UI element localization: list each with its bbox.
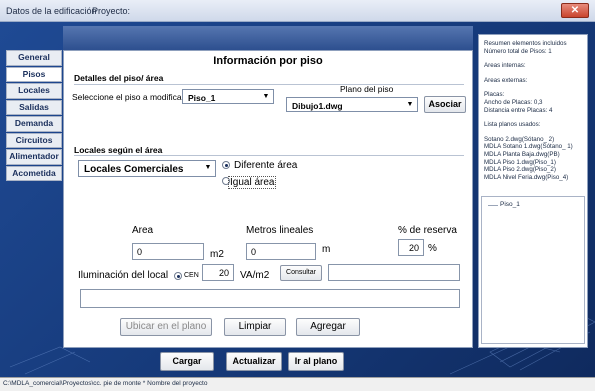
summary-line: Sotano 2.dwg(Sótano_ 2) <box>484 135 555 143</box>
lighting-label: Iluminación del local <box>78 270 169 281</box>
summary-gap <box>484 129 586 136</box>
summary-panel: Resumen elementos incluidos Número total… <box>478 34 588 348</box>
chevron-down-icon: ▼ <box>406 101 414 108</box>
page-title: Información por piso <box>213 55 323 67</box>
select-floor-label: Seleccione el piso a modificar <box>72 92 185 102</box>
load-button[interactable]: Cargar <box>160 352 214 371</box>
chevron-down-icon: ▼ <box>204 164 212 171</box>
sidebar-item-circuitos[interactable]: Circuitos <box>6 132 62 148</box>
lighting-unit: VA/m2 <box>240 270 270 281</box>
summary-line: Ancho de Placas: 0,3 <box>484 98 543 106</box>
bottom-toolbar: Cargar Actualizar Ir al plano <box>0 352 475 376</box>
radio-equal-area-label: Igual área <box>228 176 277 189</box>
radio-different-area[interactable] <box>222 161 230 169</box>
reserve-unit: % <box>428 243 437 254</box>
summary-line: MDLA Planta Baja.dwg(PB) <box>484 150 560 158</box>
summary-line: MDLA Piso 1.dwg(Piso_1) <box>484 158 556 166</box>
sidebar: General Pisos Locales Salidas Demanda Ci… <box>6 50 62 182</box>
project-title: Proyecto: <box>92 6 131 16</box>
update-button[interactable]: Actualizar <box>226 352 282 371</box>
details-heading: Detalles del piso/ área <box>74 73 164 83</box>
radio-different-area-label: Diferente área <box>234 160 298 171</box>
main-panel: Información por piso Detalles del piso/ … <box>63 50 473 348</box>
summary-line: Resumen elementos incluidos <box>484 40 567 47</box>
status-path: C:\MDLA_comercial\Proyectos\cc. pie de m… <box>3 380 208 387</box>
sidebar-item-pisos[interactable]: Pisos <box>6 66 62 82</box>
summary-line: Areas internas: <box>484 62 526 70</box>
sidebar-item-acometida[interactable]: Acometida <box>6 165 62 181</box>
area-unit: m2 <box>210 249 224 260</box>
header-banner <box>63 26 473 50</box>
summary-gap <box>484 114 586 121</box>
summary-line: MDLA Piso 2.dwg(Piso_2) <box>484 166 556 174</box>
summary-line: Número total de Pisos: 1 <box>484 47 552 55</box>
reserve-label: % de reserva <box>398 225 457 236</box>
title-bar: Datos de la edificación Proyecto: ✕ <box>0 0 595 22</box>
locales-select-value: Locales Comerciales <box>84 164 184 175</box>
locales-select[interactable]: Locales Comerciales ▼ <box>78 160 216 177</box>
sidebar-item-alimentador[interactable]: Alimentador <box>6 149 62 165</box>
sidebar-item-general[interactable]: General <box>6 50 62 66</box>
meters-label: Metros lineales <box>246 225 314 236</box>
consult-result-field[interactable] <box>328 264 460 281</box>
summary-text: Resumen elementos incluidos Número total… <box>484 40 586 181</box>
clear-button[interactable]: Limpiar <box>224 318 286 336</box>
floor-select[interactable]: Piso_1 ▼ <box>182 89 274 104</box>
chevron-down-icon: ▼ <box>262 93 270 100</box>
plan-select-value: Dibujo1.dwg <box>292 101 343 111</box>
summary-line: Placas: <box>484 91 505 99</box>
meters-unit: m <box>322 244 331 255</box>
divider <box>74 84 464 85</box>
window-title: Datos de la edificación <box>6 6 97 16</box>
add-button[interactable]: Agregar <box>296 318 360 336</box>
area-input[interactable]: 0 <box>132 243 204 260</box>
sidebar-item-demanda[interactable]: Demanda <box>6 116 62 132</box>
plan-select[interactable]: Dibujo1.dwg ▼ <box>286 97 418 112</box>
locales-heading: Locales según el área <box>74 145 163 155</box>
summary-line: Areas externas: <box>484 76 528 84</box>
tree-item-piso[interactable]: Piso_1 <box>500 201 520 208</box>
plan-label: Plano del piso <box>340 84 394 94</box>
locate-in-plan-button[interactable]: Ubicar en el plano <box>120 318 212 336</box>
sidebar-item-locales[interactable]: Locales <box>6 83 62 99</box>
summary-line: MDLA Sotano 1.dwg(Sótano_ 1) <box>484 143 573 151</box>
summary-gap <box>484 70 586 77</box>
lighting-cen-radio[interactable] <box>174 272 182 280</box>
summary-gap <box>484 55 586 62</box>
lighting-input[interactable]: 20 <box>202 264 234 281</box>
meters-input[interactable]: 0 <box>246 243 316 260</box>
goto-plan-button[interactable]: Ir al plano <box>288 352 344 371</box>
summary-line: Distancia entre Placas: 4 <box>484 106 553 114</box>
sidebar-item-salidas[interactable]: Salidas <box>6 99 62 115</box>
tree-connector <box>488 205 498 206</box>
consult-button[interactable]: Consultar <box>280 265 322 281</box>
summary-line: MDLA Nivel Feria.dwg(Piso_4) <box>484 173 569 181</box>
summary-line: Lista planos usados: <box>484 121 541 129</box>
close-button[interactable]: ✕ <box>561 3 589 18</box>
status-bar: C:\MDLA_comercial\Proyectos\cc. pie de m… <box>0 377 595 391</box>
notes-field[interactable] <box>80 289 460 308</box>
associate-button[interactable]: Asociar <box>424 96 466 113</box>
floor-tree[interactable]: Piso_1 <box>481 196 585 344</box>
lighting-cen-label: CEN <box>184 272 199 279</box>
divider <box>74 155 464 156</box>
reserve-input[interactable]: 20 <box>398 239 424 256</box>
area-label: Area <box>132 225 154 236</box>
floor-select-value: Piso_1 <box>188 93 216 103</box>
summary-gap <box>484 84 586 91</box>
